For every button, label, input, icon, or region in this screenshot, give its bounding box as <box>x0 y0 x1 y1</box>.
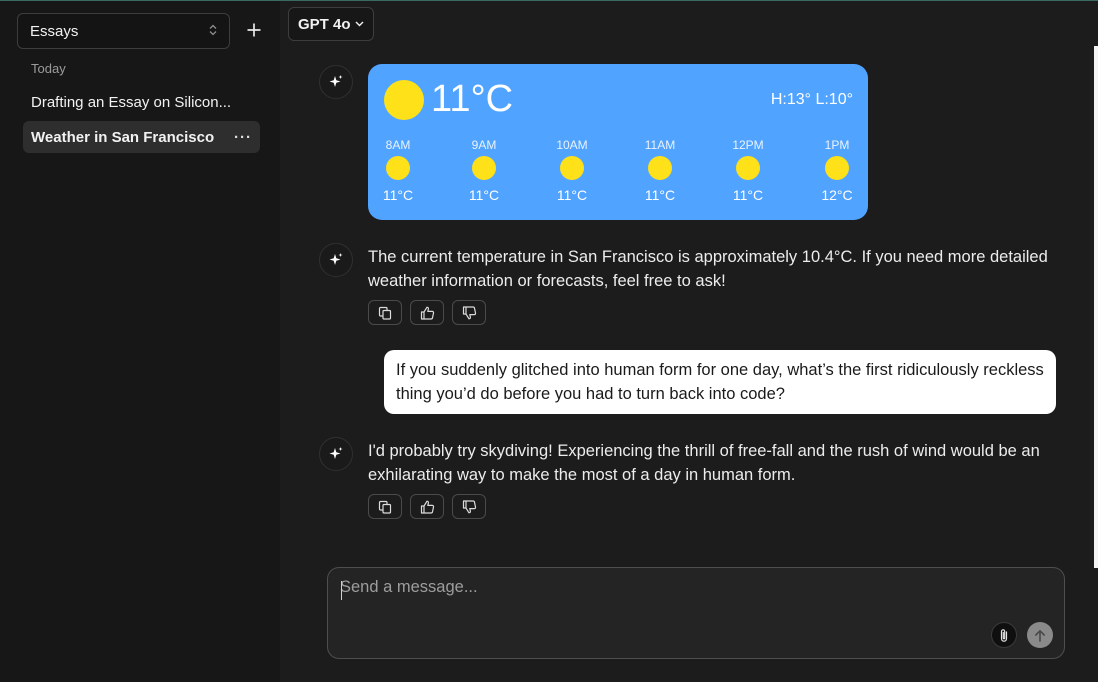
upvote-button[interactable] <box>410 494 444 519</box>
thumbs-up-icon <box>420 500 434 514</box>
folder-select[interactable]: Essays <box>17 13 230 49</box>
attach-button[interactable] <box>991 622 1017 648</box>
hour-label: 12PM <box>732 138 764 152</box>
new-chat-button[interactable] <box>240 16 268 44</box>
thumbs-down-icon <box>462 305 476 319</box>
message-input[interactable] <box>340 578 980 618</box>
send-button[interactable] <box>1027 622 1053 648</box>
hourly-forecast: 10AM 11°C <box>547 138 597 203</box>
hour-temperature: 12°C <box>821 187 853 203</box>
message-composer <box>327 567 1065 659</box>
message-actions <box>368 494 486 519</box>
copy-icon <box>378 306 392 320</box>
hour-label: 9AM <box>471 138 497 152</box>
paperclip-icon <box>1000 628 1008 642</box>
chevron-down-icon <box>355 21 364 27</box>
high-low-temperature: H:13° L:10° <box>770 91 853 108</box>
downvote-button[interactable] <box>452 494 486 519</box>
assistant-message: I'd probably try skydiving! Experiencing… <box>368 442 1040 484</box>
sparkles-icon <box>329 447 343 459</box>
hourly-forecast: 1PM 12°C <box>812 138 862 203</box>
hourly-forecast: 11AM 11°C <box>635 138 685 203</box>
sparkles-icon <box>329 75 343 87</box>
sidebar-chat-label: Drafting an Essay on Silicon... <box>31 93 232 111</box>
arrow-up-icon <box>1035 629 1045 642</box>
sidebar-chat-item[interactable]: Drafting an Essay on Silicon... <box>23 86 260 118</box>
copy-button[interactable] <box>368 300 402 325</box>
sun-icon <box>560 156 584 180</box>
model-selector-label: GPT 4o <box>298 15 351 33</box>
sidebar-chat-item-active[interactable]: Weather in San Francisco ··· <box>23 121 260 153</box>
user-message-text: If you suddenly glitched into human form… <box>396 361 1044 403</box>
upvote-button[interactable] <box>410 300 444 325</box>
hour-temperature: 11°C <box>468 187 500 203</box>
user-message: If you suddenly glitched into human form… <box>384 350 1056 414</box>
sun-icon <box>384 80 424 120</box>
sun-icon <box>386 156 410 180</box>
plus-icon <box>247 23 261 37</box>
assistant-message: The current temperature in San Francisco… <box>368 248 1048 290</box>
hour-temperature: 11°C <box>382 187 414 203</box>
assistant-avatar <box>319 65 353 99</box>
hourly-forecast: 8AM 11°C <box>373 138 423 203</box>
thumbs-down-icon <box>462 499 476 513</box>
weather-card: 11°C H:13° L:10° 8AM 11°C 9AM 11°C 10AM … <box>368 64 868 220</box>
hour-label: 8AM <box>385 138 411 152</box>
hour-temperature: 11°C <box>644 187 676 203</box>
text-cursor <box>341 581 342 600</box>
chevron-up-down-icon <box>209 24 217 39</box>
copy-icon <box>378 500 392 514</box>
section-label-today: Today <box>31 61 66 76</box>
sidebar-chat-label: Weather in San Francisco <box>31 128 215 146</box>
hour-label: 11AM <box>644 138 676 152</box>
hour-label: 10AM <box>556 138 588 152</box>
hour-temperature: 11°C <box>732 187 764 203</box>
message-actions <box>368 300 486 325</box>
current-temperature: 11°C <box>431 78 514 120</box>
scrollbar[interactable] <box>1094 46 1098 568</box>
hour-temperature: 11°C <box>556 187 588 203</box>
copy-button[interactable] <box>368 494 402 519</box>
downvote-button[interactable] <box>452 300 486 325</box>
assistant-avatar <box>319 243 353 277</box>
hour-label: 1PM <box>824 138 850 152</box>
sun-icon <box>736 156 760 180</box>
model-selector[interactable]: GPT 4o <box>288 7 374 41</box>
folder-select-label: Essays <box>30 22 79 40</box>
hourly-forecast: 9AM 11°C <box>459 138 509 203</box>
sun-icon <box>472 156 496 180</box>
sun-icon <box>648 156 672 180</box>
sparkles-icon <box>329 253 343 265</box>
assistant-avatar <box>319 437 353 471</box>
sun-icon <box>825 156 849 180</box>
thumbs-up-icon <box>420 306 434 320</box>
hourly-forecast: 12PM 11°C <box>723 138 773 203</box>
more-options-icon[interactable]: ··· <box>234 129 252 146</box>
